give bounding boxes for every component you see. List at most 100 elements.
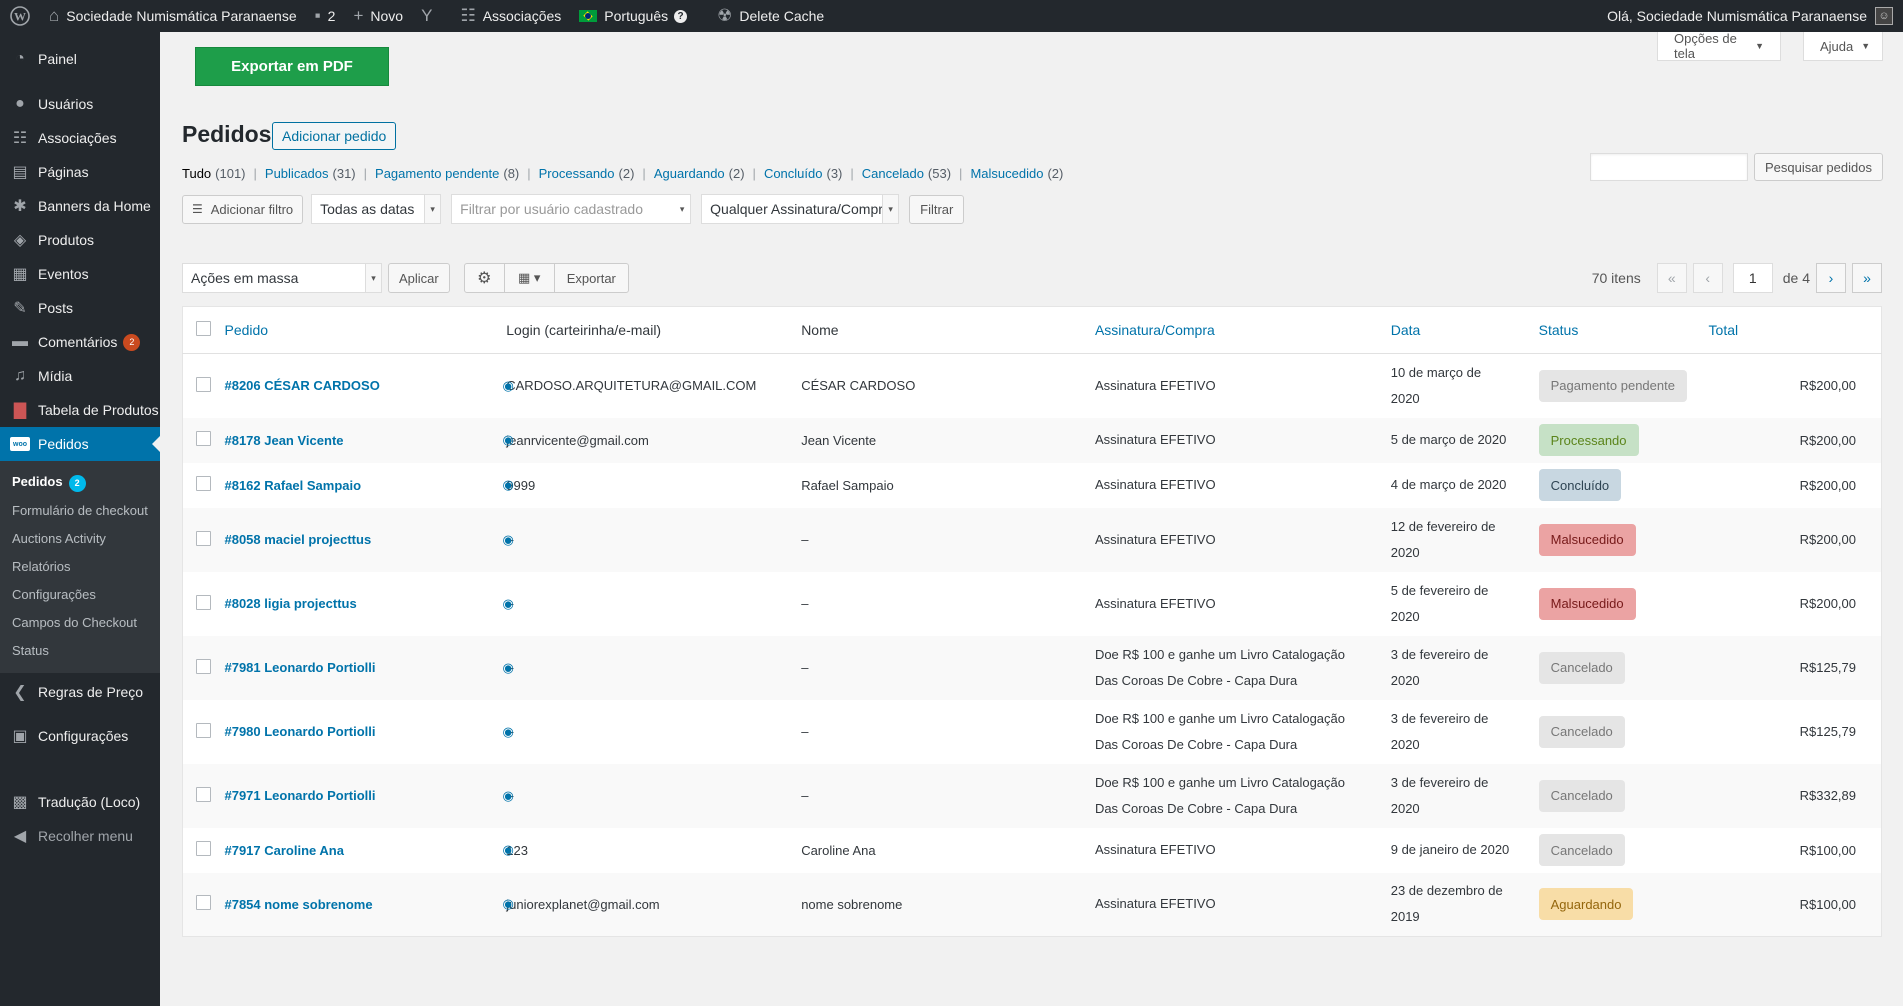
menu-item-regras[interactable]: ❮ Regras de Preço xyxy=(0,675,160,709)
order-link[interactable]: #8058 maciel projecttus xyxy=(224,532,371,547)
table-row[interactable]: #8206 CÉSAR CARDOSO ◉ CARDOSO.ARQUITETUR… xyxy=(182,353,1882,418)
order-link[interactable]: #7854 nome sobrenome xyxy=(224,897,372,912)
avatar[interactable]: ☺ xyxy=(1875,7,1893,25)
order-link[interactable]: #8162 Rafael Sampaio xyxy=(224,478,361,493)
status-view-link[interactable]: Processando (2) xyxy=(539,166,635,181)
row-checkbox-cell[interactable] xyxy=(183,700,225,764)
checkbox[interactable] xyxy=(196,476,211,491)
menu-item-usuarios[interactable]: ● Usuários xyxy=(0,87,160,121)
order-link[interactable]: #7980 Leonardo Portiolli xyxy=(224,724,375,739)
select-all-checkbox[interactable] xyxy=(183,307,225,354)
row-checkbox-cell[interactable] xyxy=(183,764,225,828)
checkbox[interactable] xyxy=(196,841,211,856)
first-page-button[interactable]: « xyxy=(1656,263,1687,293)
last-page-button[interactable]: » xyxy=(1852,263,1882,293)
language-switcher[interactable]: Português ? xyxy=(570,0,696,32)
wordpress-logo-icon[interactable]: W xyxy=(0,0,40,32)
submenu-item-auctions[interactable]: Auctions Activity xyxy=(0,525,160,553)
status-view-link[interactable]: Cancelado (53) xyxy=(862,166,951,181)
order-link[interactable]: #7981 Leonardo Portiolli xyxy=(224,660,375,675)
row-checkbox-cell[interactable] xyxy=(183,463,225,508)
column-header-subscription[interactable]: Assinatura/Compra xyxy=(1095,307,1391,354)
status-view-link[interactable]: Aguardando (2) xyxy=(654,166,745,181)
page-number-input[interactable]: 1 xyxy=(1732,263,1773,293)
add-filter-button[interactable]: ☰ Adicionar filtro xyxy=(182,194,304,224)
checkbox[interactable] xyxy=(196,895,211,911)
row-checkbox-cell[interactable] xyxy=(183,418,225,463)
table-row[interactable]: #8058 maciel projecttus ◉ – – Assinatura… xyxy=(182,507,1882,572)
screen-options-button[interactable]: Opções de tela ▼ xyxy=(1657,31,1781,61)
table-row[interactable]: #8162 Rafael Sampaio ◉ 9999 Rafael Sampa… xyxy=(182,462,1882,508)
table-row[interactable]: #7917 Caroline Ana ◉ 123 Caroline Ana As… xyxy=(182,827,1882,873)
collapse-menu-button[interactable]: ◀ Recolher menu xyxy=(0,819,160,853)
status-view-link[interactable]: Concluído (3) xyxy=(764,166,842,181)
menu-item-midia[interactable]: ♫ Mídia xyxy=(0,359,160,393)
help-button[interactable]: Ajuda ▼ xyxy=(1803,32,1883,61)
comments-link[interactable]: ▪ 2 xyxy=(306,0,345,32)
user-filter-select[interactable]: Filtrar por usuário cadastrado ▾ xyxy=(451,194,692,224)
submenu-item-relatorios[interactable]: Relatórios xyxy=(0,553,160,581)
table-row[interactable]: #7971 Leonardo Portiolli ◉ – – Doe R$ 10… xyxy=(182,763,1882,828)
menu-item-produtos[interactable]: ◈ Produtos xyxy=(0,223,160,257)
submenu-item-status[interactable]: Status xyxy=(0,637,160,665)
bulk-actions-select[interactable]: Ações em massa ▾ xyxy=(182,263,382,293)
menu-item-paginas[interactable]: ▤ Páginas xyxy=(0,155,160,189)
checkbox[interactable] xyxy=(196,786,211,802)
eye-icon[interactable]: ◉ xyxy=(502,532,513,548)
next-page-button[interactable]: › xyxy=(1816,263,1846,293)
checkbox[interactable] xyxy=(196,594,211,610)
eye-icon[interactable]: ◉ xyxy=(502,788,513,804)
delete-cache-link[interactable]: ☢ Delete Cache xyxy=(708,0,833,32)
checkbox[interactable] xyxy=(196,722,211,738)
column-header-total[interactable]: Total xyxy=(1709,307,1882,354)
checkbox[interactable] xyxy=(196,658,211,674)
menu-item-eventos[interactable]: ▦ Eventos xyxy=(0,257,160,291)
table-row[interactable]: #8178 Jean Vicente ◉ jeanrvicente@gmail.… xyxy=(182,417,1882,463)
status-view-link[interactable]: Publicados (31) xyxy=(265,166,356,181)
apply-button[interactable]: Aplicar xyxy=(388,263,450,293)
column-header-date[interactable]: Data xyxy=(1391,307,1539,354)
search-orders-button[interactable]: Pesquisar pedidos xyxy=(1754,153,1883,181)
menu-item-painel[interactable]: ◔ Painel xyxy=(0,42,160,76)
associations-link[interactable]: ☷ Associações xyxy=(451,0,570,32)
subscription-filter-select[interactable]: Qualquer Assinatura/Compra ▾ xyxy=(701,194,900,224)
table-row[interactable]: #8028 ligia projecttus ◉ – – Assinatura … xyxy=(182,571,1882,636)
seo-link[interactable]: Y xyxy=(412,0,451,32)
menu-item-posts[interactable]: ✎ Posts xyxy=(0,291,160,325)
user-account-link[interactable]: Olá, Sociedade Numismática Paranaense xyxy=(1598,0,1867,32)
eye-icon[interactable]: ◉ xyxy=(502,724,513,740)
order-link[interactable]: #8206 CÉSAR CARDOSO xyxy=(224,378,379,393)
row-checkbox-cell[interactable] xyxy=(183,354,225,418)
column-header-order[interactable]: Pedido xyxy=(224,307,506,354)
submenu-item-campos[interactable]: Campos do Checkout xyxy=(0,609,160,637)
export-pdf-button[interactable]: Exportar em PDF xyxy=(195,47,389,86)
checkbox[interactable] xyxy=(196,376,211,392)
column-header-status[interactable]: Status xyxy=(1539,307,1709,354)
export-button[interactable]: Exportar xyxy=(555,264,628,292)
gear-icon[interactable]: ⚙ xyxy=(465,264,505,292)
status-view-link[interactable]: Tudo (101) xyxy=(182,166,246,181)
checkbox[interactable] xyxy=(196,530,211,546)
date-filter-select[interactable]: Todas as datas ▾ xyxy=(311,194,442,224)
order-link[interactable]: #7971 Leonardo Portiolli xyxy=(224,788,375,803)
row-checkbox-cell[interactable] xyxy=(183,873,225,937)
checkbox[interactable] xyxy=(196,431,211,446)
eye-icon[interactable]: ◉ xyxy=(502,896,513,912)
eye-icon[interactable]: ◉ xyxy=(502,477,513,493)
menu-item-traducao[interactable]: ▩ Tradução (Loco) xyxy=(0,785,160,819)
menu-item-pedidos[interactable]: woo Pedidos xyxy=(0,427,160,461)
menu-item-banners[interactable]: ✱ Banners da Home xyxy=(0,189,160,223)
submenu-item-pedidos[interactable]: Pedidos 2 xyxy=(0,468,160,497)
menu-item-comentarios[interactable]: ▬ Comentários 2 xyxy=(0,325,160,359)
table-row[interactable]: #7980 Leonardo Portiolli ◉ – – Doe R$ 10… xyxy=(182,699,1882,764)
menu-item-associacoes[interactable]: ☷ Associações xyxy=(0,121,160,155)
order-link[interactable]: #7917 Caroline Ana xyxy=(224,843,343,858)
submenu-item-formulario[interactable]: Formulário de checkout xyxy=(0,497,160,525)
eye-icon[interactable]: ◉ xyxy=(502,432,513,448)
eye-icon[interactable]: ◉ xyxy=(502,596,513,612)
row-checkbox-cell[interactable] xyxy=(183,508,225,572)
eye-icon[interactable]: ◉ xyxy=(502,378,513,394)
site-name-link[interactable]: ⌂ Sociedade Numismática Paranaense xyxy=(40,0,306,32)
search-input[interactable] xyxy=(1590,153,1748,181)
menu-item-tabela[interactable]: ▇ Tabela de Produtos xyxy=(0,393,160,427)
